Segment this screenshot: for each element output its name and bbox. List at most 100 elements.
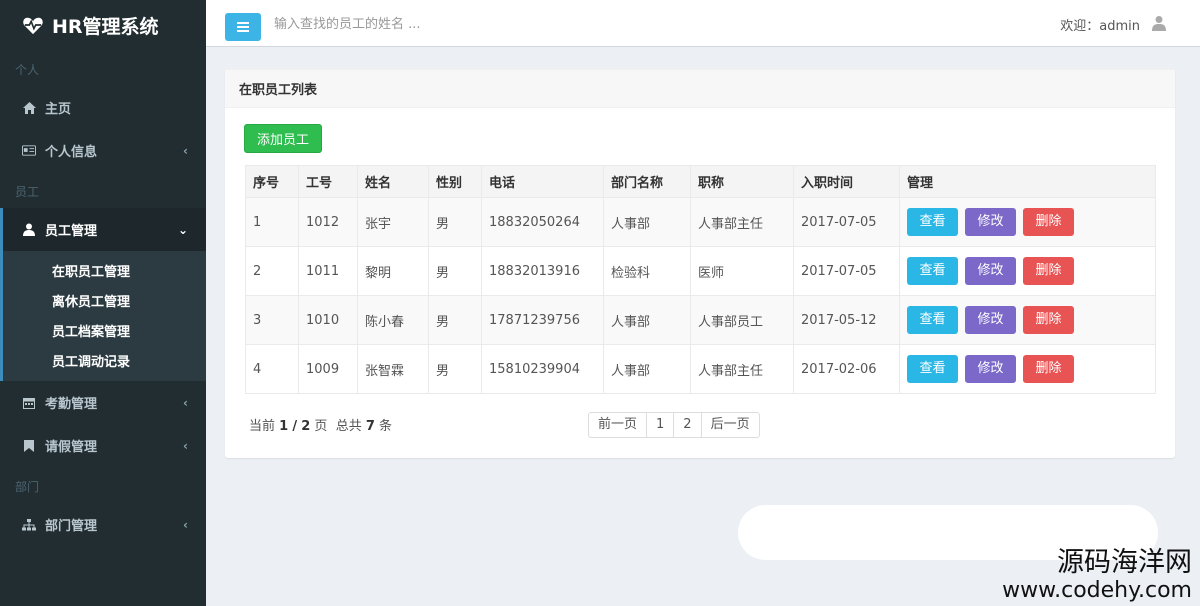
- cell: 男: [428, 246, 482, 296]
- cell: 男: [428, 295, 482, 345]
- submenu-item-staff-archive[interactable]: 员工档案管理: [3, 315, 206, 345]
- table-row: 2 1011 黎明 男 18832013916 检验科 医师 2017-07-0…: [245, 246, 1156, 296]
- sidebar-item-profile[interactable]: 个人信息 ‹: [0, 129, 206, 172]
- search-input[interactable]: [274, 10, 674, 38]
- col-header: 职称: [690, 165, 794, 198]
- section-header-dept: 部门: [15, 479, 40, 494]
- watermark-cn: 源码海洋网: [1057, 547, 1192, 578]
- cell: 人事部员工: [690, 295, 794, 345]
- chevron-left-icon: ‹: [183, 395, 188, 410]
- cell: 人事部: [603, 197, 691, 247]
- cell: 人事部: [603, 295, 691, 345]
- delete-button[interactable]: 删除: [1023, 208, 1074, 236]
- app-logo[interactable]: HR管理系统: [0, 0, 206, 50]
- delete-button[interactable]: 删除: [1023, 257, 1074, 285]
- cell: 人事部主任: [690, 344, 794, 394]
- cell: 3: [245, 295, 299, 345]
- pagination: 前一页 1 2 后一页: [588, 412, 760, 438]
- delete-button[interactable]: 删除: [1023, 306, 1074, 334]
- watermark: 源码海洋网 www.codehy.com: [1002, 548, 1192, 604]
- cell: 2017-05-12: [793, 295, 900, 345]
- count-word: 条: [379, 419, 393, 434]
- calendar-icon: [22, 396, 36, 410]
- edit-button[interactable]: 修改: [965, 306, 1016, 334]
- sidebar-item-leave[interactable]: 请假管理 ‹: [0, 424, 206, 467]
- page-info-prefix: 当前: [249, 419, 276, 434]
- cell: 18832013916: [481, 246, 604, 296]
- cell: 男: [428, 197, 482, 247]
- page-1-button[interactable]: 1: [646, 412, 675, 438]
- edit-button[interactable]: 修改: [965, 355, 1016, 383]
- submenu-item-active-staff[interactable]: 在职员工管理: [3, 255, 206, 285]
- add-employee-button[interactable]: 添加员工: [244, 124, 322, 153]
- sidebar-item-label: 请假管理: [45, 440, 98, 455]
- page-word: 页: [314, 419, 328, 434]
- sidebar-item-label: 主页: [45, 102, 72, 117]
- total-pages: 2: [301, 419, 311, 434]
- col-header: 管理: [899, 165, 1156, 198]
- cell: 医师: [690, 246, 794, 296]
- box-title: 在职员工列表: [225, 70, 1175, 108]
- user-tie-icon: [22, 223, 36, 237]
- sidebar-toggle-button[interactable]: [225, 13, 261, 41]
- view-button[interactable]: 查看: [907, 355, 958, 383]
- col-header: 部门名称: [603, 165, 691, 198]
- sidebar-item-department[interactable]: 部门管理 ‹: [0, 503, 206, 546]
- page-2-button[interactable]: 2: [673, 412, 702, 438]
- col-header: 姓名: [357, 165, 429, 198]
- view-button[interactable]: 查看: [907, 306, 958, 334]
- next-page-button[interactable]: 后一页: [700, 412, 760, 438]
- prev-page-button[interactable]: 前一页: [588, 412, 648, 438]
- home-icon: [22, 101, 36, 115]
- cell: 17871239756: [481, 295, 604, 345]
- cell: 男: [428, 344, 482, 394]
- employee-table: 序号 工号 姓名 性别 电话 部门名称 职称 入职时间 管理 1 1012 张宇…: [245, 165, 1156, 394]
- app-title: HR管理系统: [52, 15, 159, 38]
- total-count: 7: [365, 419, 375, 434]
- submenu-item-transfer-record[interactable]: 员工调动记录: [3, 345, 206, 375]
- edit-button[interactable]: 修改: [965, 208, 1016, 236]
- page-separator: /: [292, 419, 298, 434]
- cell: 2017-07-05: [793, 197, 900, 247]
- chevron-down-icon: ⌄: [177, 222, 188, 237]
- cell: 张智霖: [357, 344, 429, 394]
- chevron-left-icon: ‹: [183, 143, 188, 158]
- chevron-left-icon: ‹: [183, 438, 188, 453]
- sidebar-item-home[interactable]: 主页: [0, 86, 206, 129]
- cell: 陈小春: [357, 295, 429, 345]
- total-prefix: 总共: [335, 419, 362, 434]
- sidebar-item-employee[interactable]: 员工管理 ⌄: [0, 208, 206, 251]
- sidebar-item-attendance[interactable]: 考勤管理 ‹: [0, 381, 206, 424]
- actions-cell: 查看 修改 删除: [899, 197, 1156, 247]
- cell: 2017-02-06: [793, 344, 900, 394]
- employee-list-box: 在职员工列表 添加员工 序号 工号 姓名 性别 电话 部门名称 职称 入职时间 …: [225, 67, 1175, 458]
- actions-cell: 查看 修改 删除: [899, 295, 1156, 345]
- delete-button[interactable]: 删除: [1023, 355, 1074, 383]
- submenu-item-retired-staff[interactable]: 离休员工管理: [3, 285, 206, 315]
- cell: 张宇: [357, 197, 429, 247]
- sitemap-icon: [22, 518, 36, 532]
- edit-button[interactable]: 修改: [965, 257, 1016, 285]
- employee-submenu: 在职员工管理 离休员工管理 员工档案管理 员工调动记录: [0, 251, 206, 381]
- sidebar-item-label: 个人信息: [45, 145, 98, 160]
- table-header-row: 序号 工号 姓名 性别 电话 部门名称 职称 入职时间 管理: [245, 165, 1156, 198]
- top-navbar: 欢迎：admin: [206, 0, 1200, 47]
- cell: 1: [245, 197, 299, 247]
- cell: 检验科: [603, 246, 691, 296]
- chevron-left-icon: ‹: [183, 517, 188, 532]
- table-row: 3 1010 陈小春 男 17871239756 人事部 人事部员工 2017-…: [245, 295, 1156, 345]
- cell: 2: [245, 246, 299, 296]
- cell: 人事部: [603, 344, 691, 394]
- id-card-icon: [22, 144, 36, 158]
- welcome-text: 欢迎：admin: [1060, 19, 1140, 34]
- cell: 15810239904: [481, 344, 604, 394]
- current-page: 1: [279, 419, 289, 434]
- view-button[interactable]: 查看: [907, 257, 958, 285]
- menu-icon: [237, 22, 249, 32]
- cell: 4: [245, 344, 299, 394]
- sidebar-item-label: 考勤管理: [45, 397, 98, 412]
- view-button[interactable]: 查看: [907, 208, 958, 236]
- cell: 1010: [298, 295, 358, 345]
- page-info: 当前 1 / 2 页 总共 7 条: [249, 415, 392, 434]
- user-icon[interactable]: [1152, 15, 1166, 31]
